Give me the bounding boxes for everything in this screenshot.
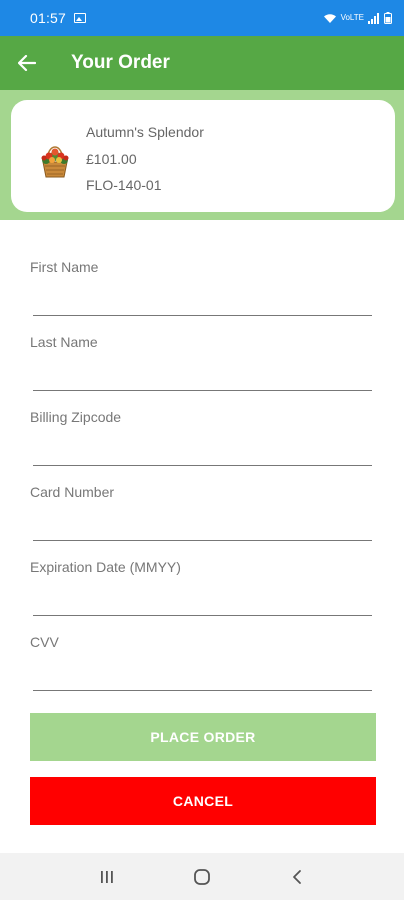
app-bar: Your Order <box>0 36 404 90</box>
expiration-date-field: Expiration Date (MMYY) <box>30 520 372 616</box>
gallery-notification-icon <box>74 13 87 23</box>
flower-basket-icon <box>41 146 69 178</box>
page-title: Your Order <box>71 52 170 73</box>
first-name-label: First Name <box>30 259 99 275</box>
system-nav-bar <box>0 853 404 900</box>
home-icon <box>194 868 210 885</box>
product-banner: Autumn's Splendor £101.00 FLO-140-01 <box>0 90 404 220</box>
last-name-field: Last Name <box>30 295 372 391</box>
system-back-button[interactable] <box>277 857 317 897</box>
arrow-left-icon <box>18 55 36 71</box>
status-time: 01:57 <box>30 10 67 26</box>
billing-zipcode-field: Billing Zipcode <box>30 370 372 466</box>
status-icons: VoLTE <box>323 12 392 24</box>
recents-icon <box>101 870 114 883</box>
signal-icon <box>368 12 379 24</box>
first-name-field: First Name <box>30 220 372 316</box>
network-label: VoLTE <box>340 13 364 22</box>
last-name-label: Last Name <box>30 334 98 350</box>
cancel-button[interactable]: CANCEL <box>30 777 376 825</box>
card-number-label: Card Number <box>30 484 115 500</box>
battery-icon <box>384 12 392 24</box>
card-number-field: Card Number <box>30 445 372 541</box>
product-code: FLO-140-01 <box>86 177 162 193</box>
status-bar: 01:57 VoLTE <box>0 0 404 36</box>
place-order-button[interactable]: PLACE ORDER <box>30 713 376 761</box>
product-price: £101.00 <box>86 151 137 167</box>
back-chevron-icon <box>292 869 301 884</box>
cvv-label: CVV <box>30 634 59 650</box>
expiration-date-label: Expiration Date (MMYY) <box>30 559 181 575</box>
cvv-input[interactable] <box>33 665 372 691</box>
back-button[interactable] <box>0 36 54 90</box>
recents-button[interactable] <box>87 857 127 897</box>
cvv-field: CVV <box>30 595 372 691</box>
wifi-icon <box>323 13 336 23</box>
billing-zipcode-label: Billing Zipcode <box>30 409 122 425</box>
product-name: Autumn's Splendor <box>86 124 204 140</box>
product-card: Autumn's Splendor £101.00 FLO-140-01 <box>11 100 395 212</box>
home-button[interactable] <box>182 857 222 897</box>
